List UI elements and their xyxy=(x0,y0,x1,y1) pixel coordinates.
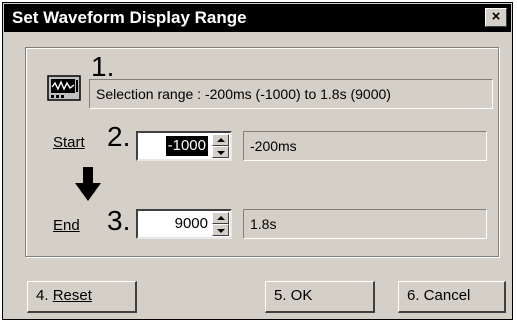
start-spinner[interactable] xyxy=(212,134,229,158)
step-number-2: 2. xyxy=(107,121,131,152)
step-number-1: 1. xyxy=(91,51,115,82)
start-label-text: Start xyxy=(53,134,85,151)
reset-button-label: Reset xyxy=(52,287,92,304)
ok-button[interactable]: 5. OK xyxy=(265,281,375,313)
start-down-arrow-icon[interactable] xyxy=(212,146,229,158)
end-spin-input[interactable]: 9000 xyxy=(136,209,232,239)
dialog-title: Set Waveform Display Range xyxy=(12,8,247,27)
selection-range-display: Selection range : -200ms (-1000) to 1.8s… xyxy=(89,79,493,109)
start-spin-input[interactable]: -1000 xyxy=(136,131,232,161)
step-number-3: 3. xyxy=(107,205,131,236)
end-label-text: End xyxy=(53,217,80,234)
end-time-display: 1.8s xyxy=(243,209,487,239)
end-value[interactable]: 9000 xyxy=(175,211,208,237)
end-spinner[interactable] xyxy=(212,212,229,236)
down-arrow-icon xyxy=(75,167,101,201)
start-value[interactable]: -1000 xyxy=(165,136,208,156)
reset-button[interactable]: 4. Reset xyxy=(27,281,137,313)
oscilloscope-icon xyxy=(47,75,81,101)
end-label: End xyxy=(53,217,80,234)
start-up-arrow-icon[interactable] xyxy=(212,134,229,146)
end-down-arrow-icon[interactable] xyxy=(212,224,229,236)
start-time-display: -200ms xyxy=(243,131,487,161)
start-label: Start xyxy=(53,134,85,151)
close-button[interactable]: × xyxy=(485,8,507,27)
cancel-button[interactable]: 6. Cancel xyxy=(398,281,506,313)
end-up-arrow-icon[interactable] xyxy=(212,212,229,224)
reset-button-number: 4. xyxy=(36,287,49,304)
set-waveform-dialog: Set Waveform Display Range × 1. Selectio… xyxy=(2,2,513,320)
title-bar: Set Waveform Display Range × xyxy=(4,4,511,32)
